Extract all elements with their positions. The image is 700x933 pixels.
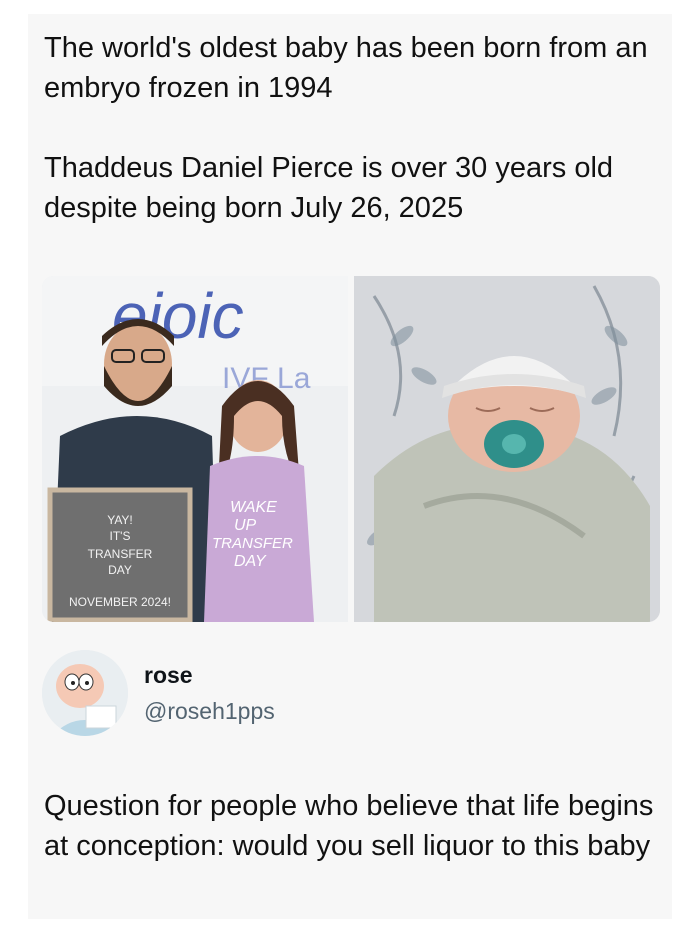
letterboard-line-2: IT'S	[110, 529, 131, 543]
avatar-image	[42, 650, 128, 736]
author-display-name[interactable]: rose	[144, 662, 193, 689]
avatar[interactable]	[42, 650, 128, 736]
author-handle[interactable]: @roseh1pps	[144, 698, 275, 725]
shirt-line-2: UP	[234, 517, 257, 534]
shirt-line-1: WAKE	[230, 499, 277, 516]
tweet-text: Question for people who believe that lif…	[44, 790, 654, 862]
shirt-line-4: DAY	[234, 553, 267, 570]
quoted-post-headline: The world's oldest baby has been born fr…	[44, 32, 648, 104]
quoted-post-subline: Thaddeus Daniel Pierce is over 30 years …	[44, 152, 614, 224]
letterboard-line-3: TRANSFER	[88, 547, 153, 561]
letterboard-date: NOVEMBER 2024!	[69, 595, 171, 609]
letterboard-line-1: YAY!	[107, 513, 133, 527]
shirt-line-3: TRANSFER	[212, 535, 293, 552]
baby-photo[interactable]	[354, 276, 660, 622]
letterboard-line-4: DAY	[108, 563, 132, 577]
author-row[interactable]: rose @roseh1pps	[42, 648, 642, 738]
quoted-post-text: The world's oldest baby has been born fr…	[44, 28, 654, 228]
post-media[interactable]: ejoic IVF La WAKE UP TRANSFER DAY YAY! I…	[42, 276, 660, 622]
baby-photo-illustration	[354, 276, 660, 622]
couple-photo-illustration: ejoic IVF La WAKE UP TRANSFER DAY YAY! I…	[42, 276, 348, 622]
couple-photo[interactable]: ejoic IVF La WAKE UP TRANSFER DAY YAY! I…	[42, 276, 348, 622]
